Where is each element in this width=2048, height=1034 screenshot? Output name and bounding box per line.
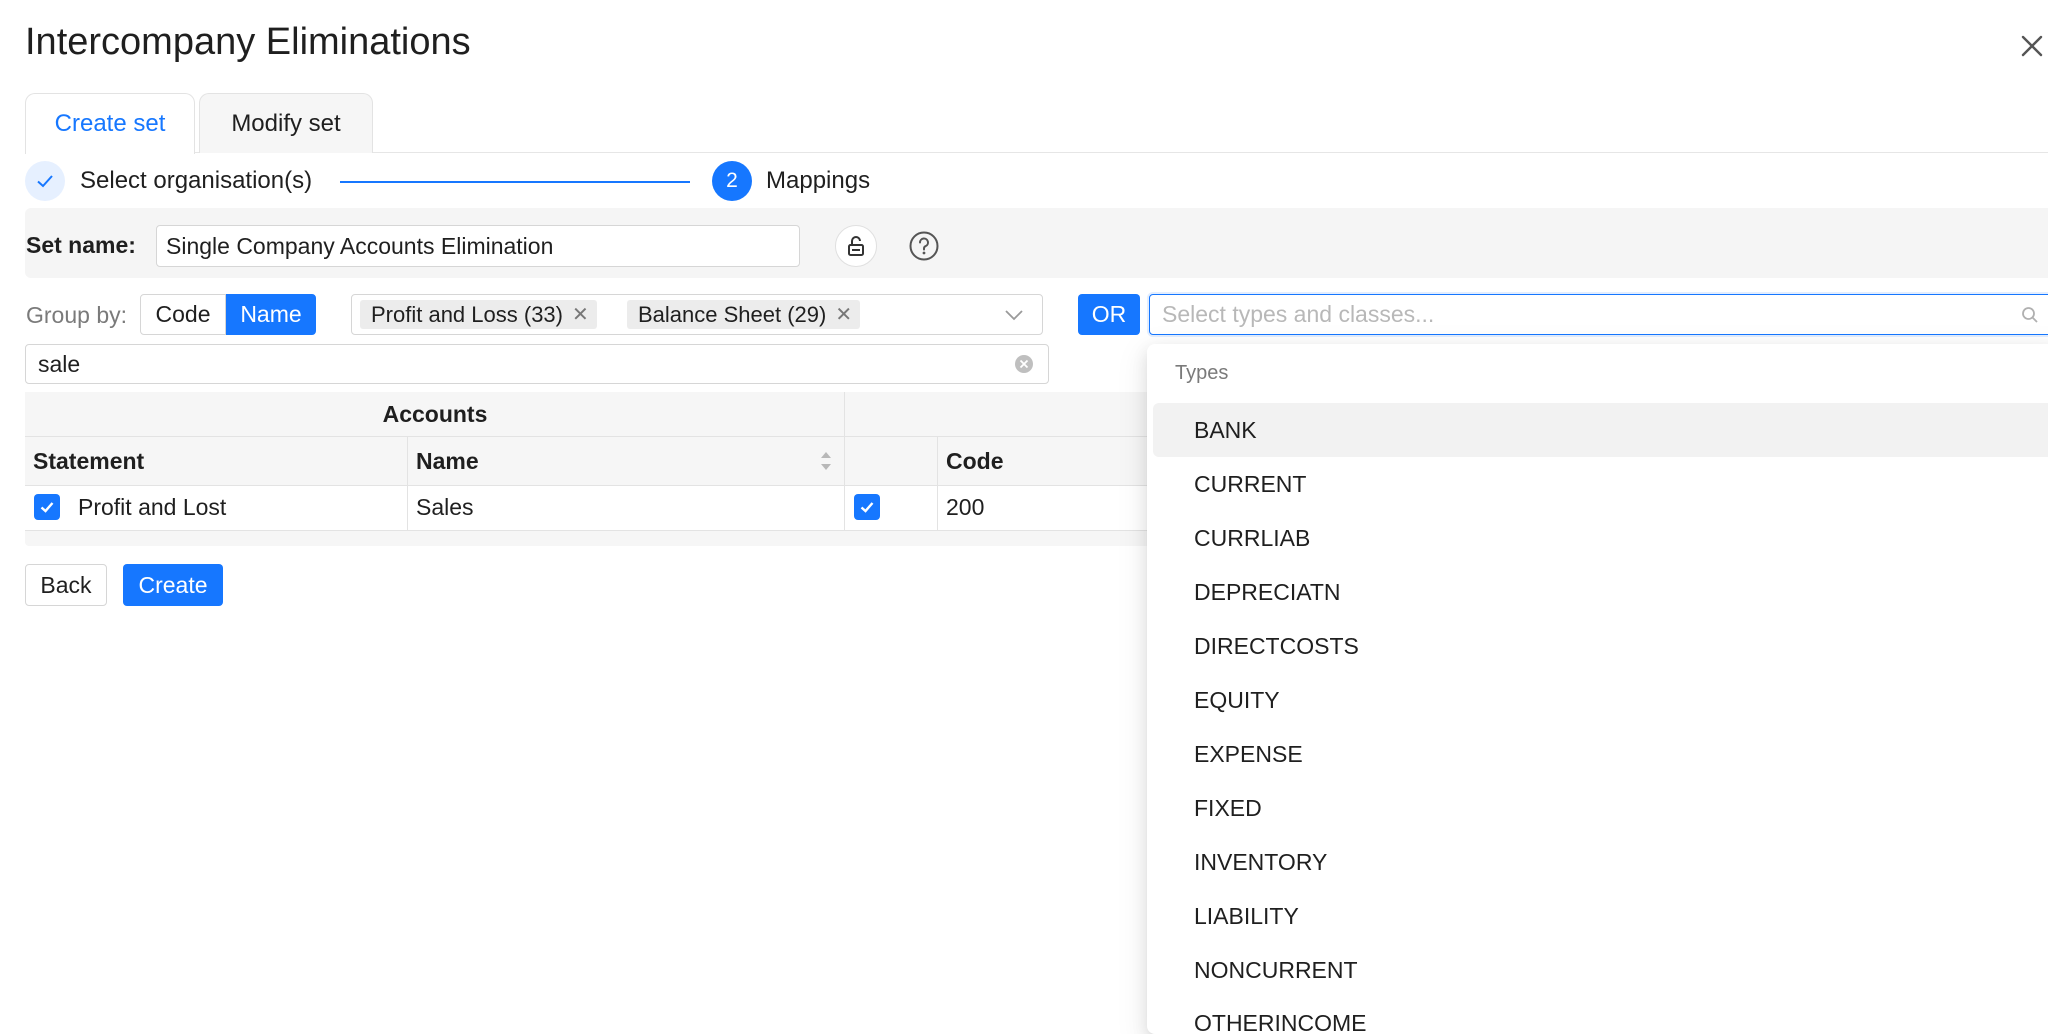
close-icon [2021,35,2043,57]
dropdown-option[interactable]: LIABILITY [1153,889,2048,943]
tab-modify-set[interactable]: Modify set [199,93,373,153]
statement-select[interactable]: Profit and Loss (33) ✕ Balance Sheet (29… [351,294,1043,335]
help-button[interactable] [903,225,945,267]
types-dropdown: Types BANK CURRENT CURRLIAB DEPRECIATN D… [1147,344,2048,1034]
check-icon [37,175,53,188]
dropdown-option[interactable]: DIRECTCOSTS [1153,619,2048,673]
check-icon [40,502,54,513]
tag-balance-sheet: Balance Sheet (29) ✕ [627,300,861,329]
column-name[interactable]: Name [416,445,479,477]
column-divider [937,437,938,530]
set-name-label: Set name: [26,232,136,258]
create-button[interactable]: Create [123,564,223,606]
column-divider [844,392,845,530]
dropdown-option[interactable]: OTHERINCOME [1153,996,2048,1034]
group-by-name[interactable]: Name [226,294,316,335]
column-code[interactable]: Code [946,445,1004,477]
dropdown-option[interactable]: BANK [1153,403,2048,457]
accounts-group-header: Accounts [25,392,845,436]
column-statement[interactable]: Statement [33,445,145,477]
set-name-input[interactable]: Single Company Accounts Elimination [156,225,800,267]
dropdown-option[interactable]: CURRLIAB [1153,511,2048,565]
unlock-icon [848,236,864,256]
header-divider [25,436,1155,437]
cell-name: Sales [416,494,474,520]
tab-create-set[interactable]: Create set [25,93,195,154]
tag-profit-and-loss: Profit and Loss (33) ✕ [360,300,597,329]
close-button[interactable] [2010,24,2048,68]
lock-button[interactable] [835,225,877,267]
step-done-indicator [25,161,65,201]
dialog-title: Intercompany Eliminations [25,21,471,63]
search-icon [2022,307,2038,323]
dropdown-option[interactable]: EQUITY [1153,673,2048,727]
step-connector [340,181,690,183]
column-divider [407,437,408,530]
clear-icon[interactable] [1014,354,1034,374]
check-icon [860,502,874,513]
row-code-checkbox[interactable] [854,494,880,520]
dropdown-option[interactable]: NONCURRENT [1153,943,2048,997]
remove-tag-icon[interactable]: ✕ [572,302,589,327]
account-filter-input[interactable]: sale [25,344,1049,384]
row-divider [25,485,1155,486]
dropdown-option[interactable]: EXPENSE [1153,727,2048,781]
group-by-code[interactable]: Code [140,294,226,335]
remove-tag-icon[interactable]: ✕ [835,302,852,327]
cell-code: 200 [946,494,985,520]
group-by-label: Group by: [26,302,127,328]
row-statement-checkbox[interactable] [34,494,60,520]
step-select-organisations: Select organisation(s) [80,167,313,194]
type-search-field[interactable] [1149,294,2048,335]
help-icon [909,231,939,261]
dropdown-option[interactable]: CURRENT [1153,457,2048,511]
row-divider [25,530,1155,531]
chevron-down-icon [1005,310,1023,321]
step-number: 2 [712,161,752,201]
tag-label: Profit and Loss (33) [371,301,563,327]
sort-icon[interactable] [818,448,834,474]
back-button[interactable]: Back [25,564,107,606]
dropdown-option[interactable]: FIXED [1153,781,2048,835]
cell-statement: Profit and Lost [78,494,227,520]
dropdown-option[interactable]: INVENTORY [1153,835,2048,889]
tag-label: Balance Sheet (29) [638,301,827,327]
type-search-input[interactable] [1162,295,2012,334]
dropdown-option[interactable]: DEPRECIATN [1153,565,2048,619]
step-mappings: Mappings [766,167,871,194]
or-button[interactable]: OR [1078,294,1140,335]
dropdown-group-label: Types [1175,362,1229,384]
